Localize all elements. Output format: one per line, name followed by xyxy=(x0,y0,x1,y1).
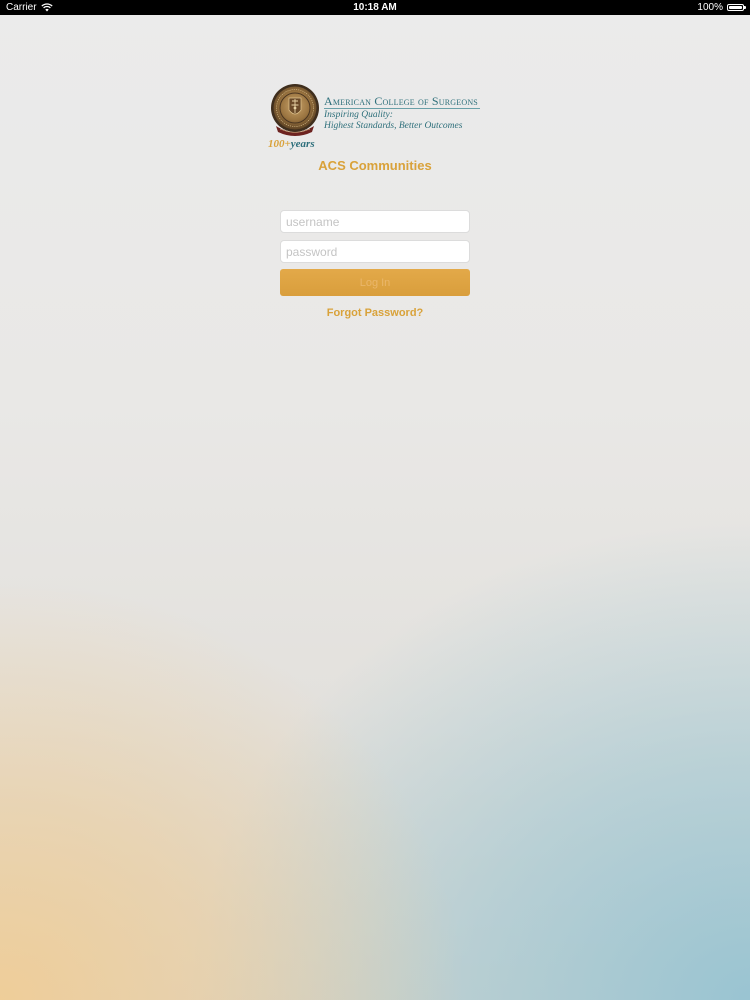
password-input[interactable] xyxy=(280,240,470,263)
logo-tagline-line1: Inspiring Quality: xyxy=(324,110,393,120)
logo-org-name: American College of Surgeons xyxy=(324,94,478,108)
battery-icon xyxy=(727,4,746,11)
battery-percent: 100% xyxy=(697,2,723,13)
forgot-password-link[interactable]: Forgot Password? xyxy=(0,307,750,319)
status-time: 10:18 AM xyxy=(353,2,397,13)
login-button[interactable]: Log In xyxy=(280,269,470,296)
acs-seal-icon xyxy=(271,84,319,136)
logo-years-number: 100+ xyxy=(268,138,291,150)
username-input[interactable] xyxy=(280,210,470,233)
status-right: 100% xyxy=(697,0,746,15)
logo-years: 100+years xyxy=(268,138,315,150)
logo-divider xyxy=(324,108,480,109)
logo-tagline: Inspiring Quality: Highest Standards, Be… xyxy=(324,110,462,132)
status-bar: Carrier 10:18 AM 100% xyxy=(0,0,750,15)
logo-tagline-line2: Highest Standards, Better Outcomes xyxy=(324,121,463,131)
app-title: ACS Communities xyxy=(318,158,432,173)
acs-logo: American College of Surgeons Inspiring Q… xyxy=(268,80,483,155)
login-screen: Carrier 10:18 AM 100% American College o… xyxy=(0,0,750,1000)
logo-years-word: years xyxy=(290,138,315,150)
